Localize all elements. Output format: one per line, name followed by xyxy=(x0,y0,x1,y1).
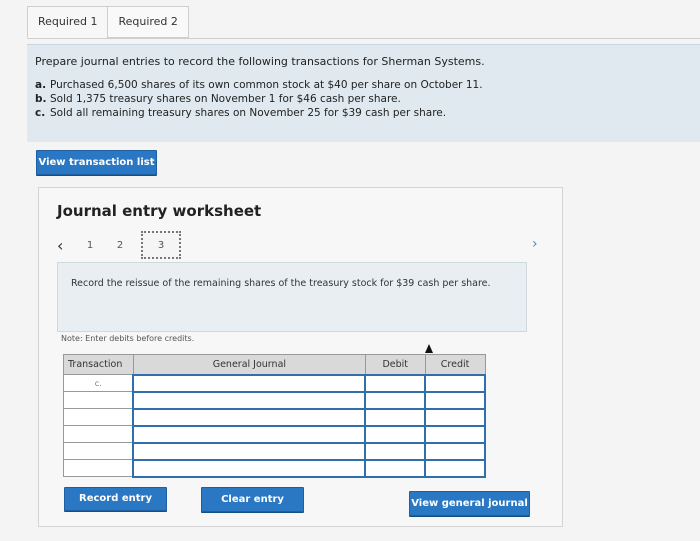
general-journal-input[interactable] xyxy=(132,373,367,393)
credit-input[interactable] xyxy=(424,458,486,478)
credit-input[interactable] xyxy=(424,424,486,444)
record-entry-button[interactable]: Record entry xyxy=(64,487,167,511)
view-transaction-list-button[interactable]: View transaction list xyxy=(36,150,157,175)
instructions-panel: Prepare journal entries to record the fo… xyxy=(27,44,700,142)
transaction-cell xyxy=(63,391,134,409)
table-row xyxy=(63,458,486,478)
clear-entry-button[interactable]: Clear entry xyxy=(201,487,304,512)
instruction-item-c: c. Sold all remaining treasury shares on… xyxy=(35,106,692,120)
debit-input[interactable] xyxy=(364,373,427,393)
tab-required-1[interactable]: Required 1 xyxy=(27,6,109,38)
mouse-cursor-icon xyxy=(425,344,433,353)
debit-input[interactable] xyxy=(364,458,427,478)
chevron-left-icon[interactable]: ‹ xyxy=(57,236,71,255)
worksheet-pager: ‹ 1 2 3 xyxy=(57,230,181,260)
page-2[interactable]: 2 xyxy=(109,240,131,251)
debit-input[interactable] xyxy=(364,390,427,410)
column-header-transaction: Transaction xyxy=(63,354,134,375)
table-row xyxy=(63,407,486,427)
general-journal-input[interactable] xyxy=(132,458,367,478)
page-3-current[interactable]: 3 xyxy=(141,231,181,259)
credit-input[interactable] xyxy=(424,407,486,427)
debit-input[interactable] xyxy=(364,407,427,427)
transaction-cell: c. xyxy=(63,374,134,392)
table-row xyxy=(63,390,486,410)
entry-description: Record the reissue of the remaining shar… xyxy=(57,262,527,332)
transaction-cell xyxy=(63,425,134,443)
table-row: c. xyxy=(63,373,486,393)
instruction-letter: c. xyxy=(35,107,46,119)
general-journal-input[interactable] xyxy=(132,441,367,461)
table-row xyxy=(63,441,486,461)
instruction-text: Sold all remaining treasury shares on No… xyxy=(50,107,447,119)
column-header-debit: Debit xyxy=(364,354,426,375)
worksheet-title: Journal entry worksheet xyxy=(57,202,262,220)
journal-entry-table: Transaction General Journal Debit Credit… xyxy=(63,354,486,478)
instruction-letter: a. xyxy=(35,79,47,91)
chevron-right-icon[interactable]: › xyxy=(532,236,538,252)
instruction-text: Purchased 6,500 shares of its own common… xyxy=(50,79,483,91)
debit-input[interactable] xyxy=(364,424,427,444)
credit-input[interactable] xyxy=(424,441,486,461)
instruction-item-b: b. Sold 1,375 treasury shares on Novembe… xyxy=(35,92,692,106)
tab-divider xyxy=(27,38,700,39)
entry-note: Note: Enter debits before credits. xyxy=(61,334,195,343)
column-header-general-journal: General Journal xyxy=(132,354,366,375)
page-1[interactable]: 1 xyxy=(79,240,101,251)
view-general-journal-button[interactable]: View general journal xyxy=(409,491,530,516)
table-row xyxy=(63,424,486,444)
general-journal-input[interactable] xyxy=(132,390,367,410)
transaction-cell xyxy=(63,442,134,460)
instruction-letter: b. xyxy=(35,93,47,105)
credit-input[interactable] xyxy=(424,390,486,410)
column-header-credit: Credit xyxy=(424,354,486,375)
general-journal-input[interactable] xyxy=(132,424,367,444)
instruction-item-a: a. Purchased 6,500 shares of its own com… xyxy=(35,78,692,92)
transaction-cell xyxy=(63,459,134,477)
tab-bar: Required 1 Required 2 xyxy=(27,6,189,38)
transaction-cell xyxy=(63,408,134,426)
instruction-text: Sold 1,375 treasury shares on November 1… xyxy=(50,93,401,105)
debit-input[interactable] xyxy=(364,441,427,461)
journal-entry-worksheet: Journal entry worksheet ‹ 1 2 3 Record t… xyxy=(38,187,563,527)
instructions-intro: Prepare journal entries to record the fo… xyxy=(35,55,485,68)
credit-input[interactable] xyxy=(424,373,486,393)
general-journal-input[interactable] xyxy=(132,407,367,427)
tab-required-2[interactable]: Required 2 xyxy=(107,6,189,38)
